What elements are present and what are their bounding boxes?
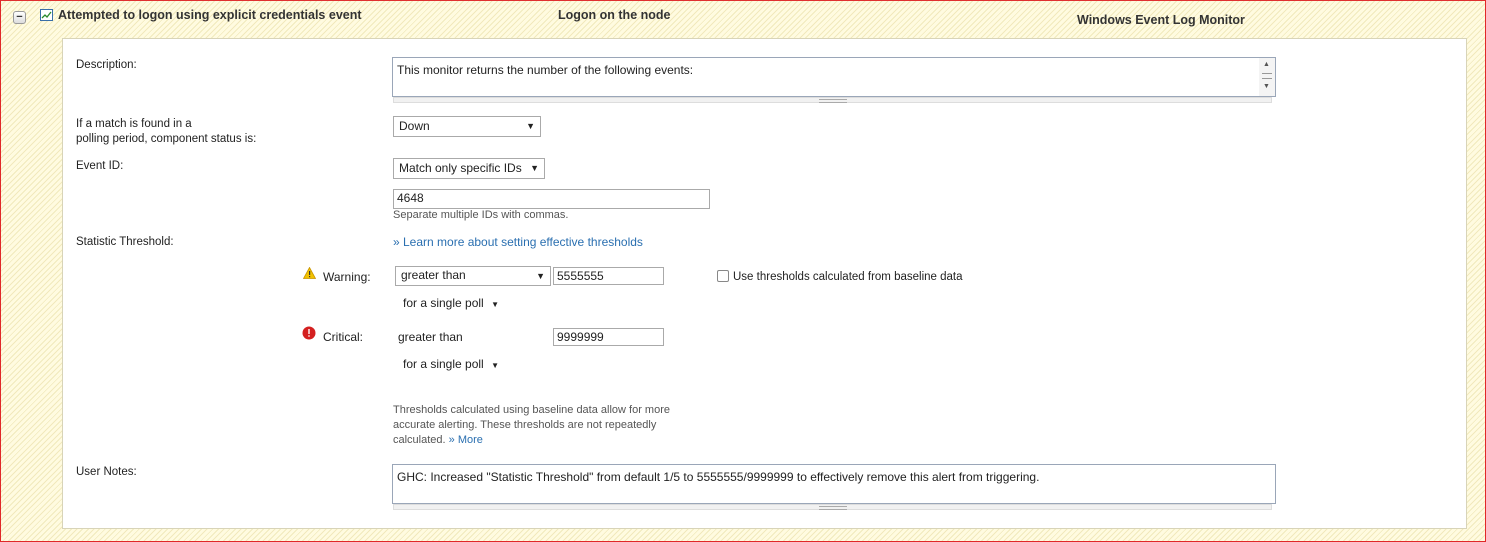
user-notes-text: GHC: Increased "Statistic Threshold" fro… (397, 470, 1040, 484)
event-id-hint: Separate multiple IDs with commas. (393, 209, 569, 221)
collapse-minus-icon[interactable]: − (13, 11, 26, 24)
critical-operator: greater than (398, 330, 463, 344)
critical-label: Critical: (323, 330, 364, 344)
statistic-threshold-label: Statistic Threshold: (76, 236, 174, 248)
description-text: This monitor returns the number of the f… (397, 63, 694, 77)
warning-operator-select[interactable]: greater than ▼ (395, 266, 551, 286)
description-scrollbar[interactable]: ▲ ▼ (1259, 58, 1275, 96)
event-id-mode-value: Match only specific IDs (399, 161, 522, 175)
user-notes-resize-grip[interactable] (393, 504, 1272, 510)
description-label: Description: (76, 59, 137, 71)
event-id-label: Event ID: (76, 160, 124, 172)
warning-value-input[interactable]: 5555555 (553, 267, 664, 285)
critical-poll-dropdown[interactable]: for a single poll ▼ (403, 357, 499, 371)
caret-down-icon: ▼ (491, 300, 499, 309)
baseline-checkbox-label: Use thresholds calculated from baseline … (733, 271, 963, 283)
caret-down-icon: ▼ (491, 361, 499, 370)
critical-poll-value: for a single poll (403, 357, 484, 371)
match-status-value: Down (399, 119, 430, 133)
learn-thresholds-link[interactable]: » Learn more about setting effective thr… (393, 235, 643, 249)
critical-value-input[interactable]: 9999999 (553, 328, 664, 346)
event-id-input[interactable]: 4648 (393, 189, 710, 209)
match-status-select[interactable]: Down ▼ (393, 116, 541, 137)
warning-label: Warning: (323, 270, 371, 284)
match-status-label: If a match is found in a polling period,… (76, 118, 257, 145)
event-id-mode-select[interactable]: Match only specific IDs ▼ (393, 158, 545, 179)
settings-panel (62, 38, 1467, 529)
monitor-type: Windows Event Log Monitor (1077, 13, 1245, 27)
description-resize-grip[interactable] (393, 97, 1272, 103)
warning-operator-value: greater than (401, 268, 466, 282)
description-textarea[interactable]: This monitor returns the number of the f… (392, 57, 1276, 97)
error-circle-icon (302, 326, 316, 340)
chart-icon (40, 9, 53, 21)
warning-poll-value: for a single poll (403, 296, 484, 310)
baseline-checkbox[interactable] (717, 270, 729, 282)
baseline-note: Thresholds calculated using baseline dat… (393, 404, 670, 446)
user-notes-label: User Notes: (76, 466, 137, 478)
component-description: Logon on the node (558, 8, 671, 22)
scroll-down-icon[interactable]: ▼ (1263, 83, 1270, 90)
warning-poll-dropdown[interactable]: for a single poll ▼ (403, 296, 499, 310)
scroll-thumb[interactable] (1262, 73, 1272, 79)
dropdown-arrow-icon: ▼ (530, 163, 539, 173)
baseline-more-link[interactable]: » More (449, 434, 483, 446)
user-notes-textarea[interactable]: GHC: Increased "Statistic Threshold" fro… (392, 464, 1276, 504)
component-name: Attempted to logon using explicit creden… (58, 8, 362, 22)
scroll-up-icon[interactable]: ▲ (1263, 61, 1270, 68)
dropdown-arrow-icon: ▼ (536, 271, 545, 281)
dropdown-arrow-icon: ▼ (526, 121, 535, 131)
warning-triangle-icon (303, 267, 316, 279)
